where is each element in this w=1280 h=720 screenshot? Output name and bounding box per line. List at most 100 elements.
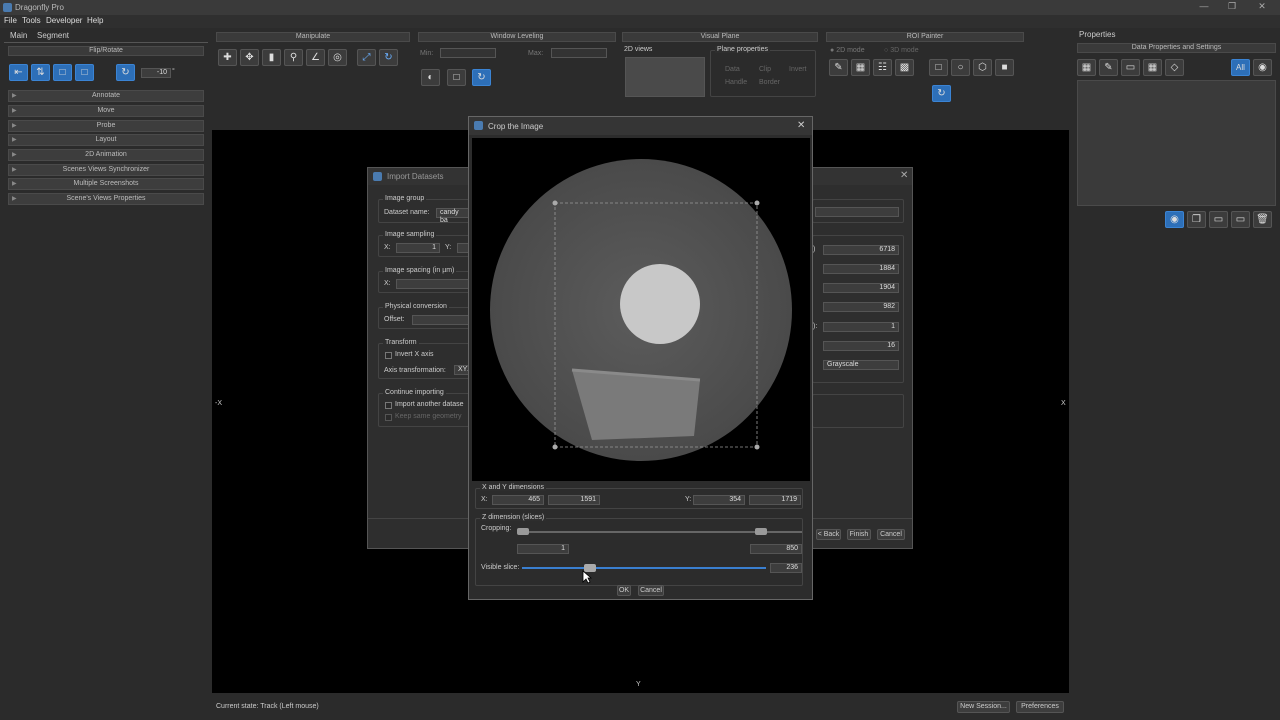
roi-painter-header[interactable]: ROI Painter <box>826 32 1024 42</box>
plane-opt-border[interactable]: Border <box>759 79 780 86</box>
delete-button[interactable]: 🗑 <box>1253 211 1272 228</box>
close-icon[interactable]: ✕ <box>900 170 908 181</box>
window-box-button[interactable]: □ <box>447 69 466 86</box>
section-scene-sync[interactable]: ▶ Scenes Views Synchronizer <box>8 164 204 176</box>
keep-geometry-checkbox[interactable] <box>385 414 392 421</box>
crop-y-min-input[interactable]: 354 <box>693 495 745 505</box>
finish-button[interactable]: Finish <box>847 529 871 540</box>
table-view-button[interactable]: ▦ <box>1077 59 1096 76</box>
data-list[interactable] <box>1077 80 1276 206</box>
plane-opt-data[interactable]: Data <box>725 66 740 73</box>
contrast-button[interactable]: ◐ <box>421 69 440 86</box>
invert-x-checkbox[interactable] <box>385 352 392 359</box>
manipulate-header[interactable]: Manipulate <box>216 32 410 42</box>
flip-vertical-button[interactable]: ⇅ <box>31 64 50 81</box>
flip-horizontal-button[interactable]: ⇤ <box>9 64 28 81</box>
brush-tool[interactable]: ✎ <box>829 59 848 76</box>
measure-tool[interactable]: ∠ <box>306 49 325 66</box>
info-value-1[interactable]: 1884 <box>823 264 899 274</box>
edit-button[interactable]: ✎ <box>1099 59 1118 76</box>
crop-handle-tr[interactable] <box>754 200 760 206</box>
grid-button[interactable]: ▦ <box>1143 59 1162 76</box>
probe-tool[interactable]: ◎ <box>328 49 347 66</box>
visibility-button[interactable]: ◉ <box>1253 59 1272 76</box>
menu-developer[interactable]: Developer <box>46 16 82 25</box>
menu-tools[interactable]: Tools <box>22 16 41 25</box>
rotate-angle-button[interactable]: ↻ <box>116 64 135 81</box>
section-screenshots[interactable]: ▶ Multiple Screenshots <box>8 178 204 190</box>
section-move[interactable]: ▶ Move <box>8 105 204 117</box>
close-icon[interactable]: ✕ <box>1252 1 1272 14</box>
data-properties-header[interactable]: Data Properties and Settings <box>1077 43 1276 53</box>
rectangle-tool[interactable]: □ <box>929 59 948 76</box>
dataset-name-input[interactable]: candy ba <box>436 208 470 224</box>
dataset-action-button[interactable]: ◉ <box>1165 211 1184 228</box>
section-2d-animation[interactable]: ▶ 2D Animation <box>8 149 204 161</box>
crop-preview[interactable] <box>472 138 810 481</box>
plane-opt-invert[interactable]: Invert <box>789 66 807 73</box>
crop-handle-bl[interactable] <box>552 444 558 450</box>
slice-tool[interactable]: ▮ <box>262 49 281 66</box>
copy-button[interactable]: ❐ <box>1187 211 1206 228</box>
dataset-right-input[interactable] <box>815 207 899 217</box>
levels-tool[interactable]: ☷ <box>873 59 892 76</box>
all-filter-button[interactable]: All <box>1231 59 1250 76</box>
preferences-button[interactable]: Preferences <box>1016 701 1064 713</box>
zoom-tool[interactable]: ⚲ <box>284 49 303 66</box>
reset-leveling-button[interactable]: ↻ <box>472 69 491 86</box>
rotate-right-button[interactable]: □ <box>75 64 94 81</box>
reset-view-button[interactable]: ↻ <box>379 49 398 66</box>
mode-3d-radio[interactable]: ○ 3D mode <box>884 47 919 54</box>
crop-cancel-button[interactable]: Cancel <box>638 585 664 596</box>
crop-x-min-input[interactable]: 465 <box>492 495 544 505</box>
fit-view-button[interactable]: ⤢ <box>357 49 376 66</box>
crop-handle-br[interactable] <box>754 444 760 450</box>
plane-opt-clip[interactable]: Clip <box>759 66 771 73</box>
flip-rotate-header[interactable]: Flip/Rotate <box>8 46 204 56</box>
spacing-x-input[interactable] <box>396 279 471 289</box>
fill-tool[interactable]: ■ <box>995 59 1014 76</box>
offset-input[interactable] <box>412 315 471 325</box>
color-mode-select[interactable]: Grayscale <box>823 360 899 370</box>
export-button[interactable]: ▭ <box>1209 211 1228 228</box>
tab-main[interactable]: Main <box>10 31 27 41</box>
visible-slice-track[interactable] <box>522 567 766 569</box>
polygon-tool[interactable]: ⬡ <box>973 59 992 76</box>
window-leveling-header[interactable]: Window Leveling <box>418 32 616 42</box>
region-tool[interactable]: ▩ <box>895 59 914 76</box>
crop-y-max-input[interactable]: 1719 <box>749 495 801 505</box>
view-thumbnail[interactable] <box>625 57 705 97</box>
mode-2d-radio[interactable]: ● 2D mode <box>830 47 865 54</box>
z-min-input[interactable]: 1 <box>517 544 569 554</box>
import-another-checkbox[interactable] <box>385 402 392 409</box>
rotate-left-button[interactable]: □ <box>53 64 72 81</box>
pan-tool[interactable]: ✥ <box>240 49 259 66</box>
grid-brush-tool[interactable]: ▦ <box>851 59 870 76</box>
cropping-max-handle[interactable] <box>755 528 767 535</box>
z-max-input[interactable]: 850 <box>750 544 802 554</box>
roi-reset-button[interactable]: ↻ <box>932 85 951 102</box>
restore-icon[interactable]: ❐ <box>1222 1 1242 14</box>
max-input[interactable] <box>551 48 607 58</box>
crop-handle-tl[interactable] <box>552 200 558 206</box>
info-value-2[interactable]: 1904 <box>823 283 899 293</box>
rotation-angle-input[interactable]: -10 <box>141 68 171 78</box>
section-annotate[interactable]: ▶ Annotate <box>8 90 204 102</box>
page-button[interactable]: ▭ <box>1121 59 1140 76</box>
cropping-min-handle[interactable] <box>517 528 529 535</box>
plane-opt-handle[interactable]: Handle <box>725 79 747 86</box>
cancel-button[interactable]: Cancel <box>877 529 905 540</box>
ok-button[interactable]: OK <box>617 585 631 596</box>
new-session-button[interactable]: New Session... <box>957 701 1010 713</box>
section-layout[interactable]: ▶ Layout <box>8 134 204 146</box>
info-value-5[interactable]: 16 <box>823 341 899 351</box>
info-value-4[interactable]: 1 <box>823 322 899 332</box>
info-value-3[interactable]: 982 <box>823 302 899 312</box>
import-button[interactable]: ▭ <box>1231 211 1250 228</box>
section-view-properties[interactable]: ▶ Scene's Views Properties <box>8 193 204 205</box>
visible-slice-input[interactable]: 236 <box>770 563 802 573</box>
sampling-x-input[interactable]: 1 <box>396 243 440 253</box>
minimize-icon[interactable]: — <box>1194 1 1214 14</box>
close-icon[interactable]: ✕ <box>797 120 805 131</box>
menu-help[interactable]: Help <box>87 16 103 25</box>
